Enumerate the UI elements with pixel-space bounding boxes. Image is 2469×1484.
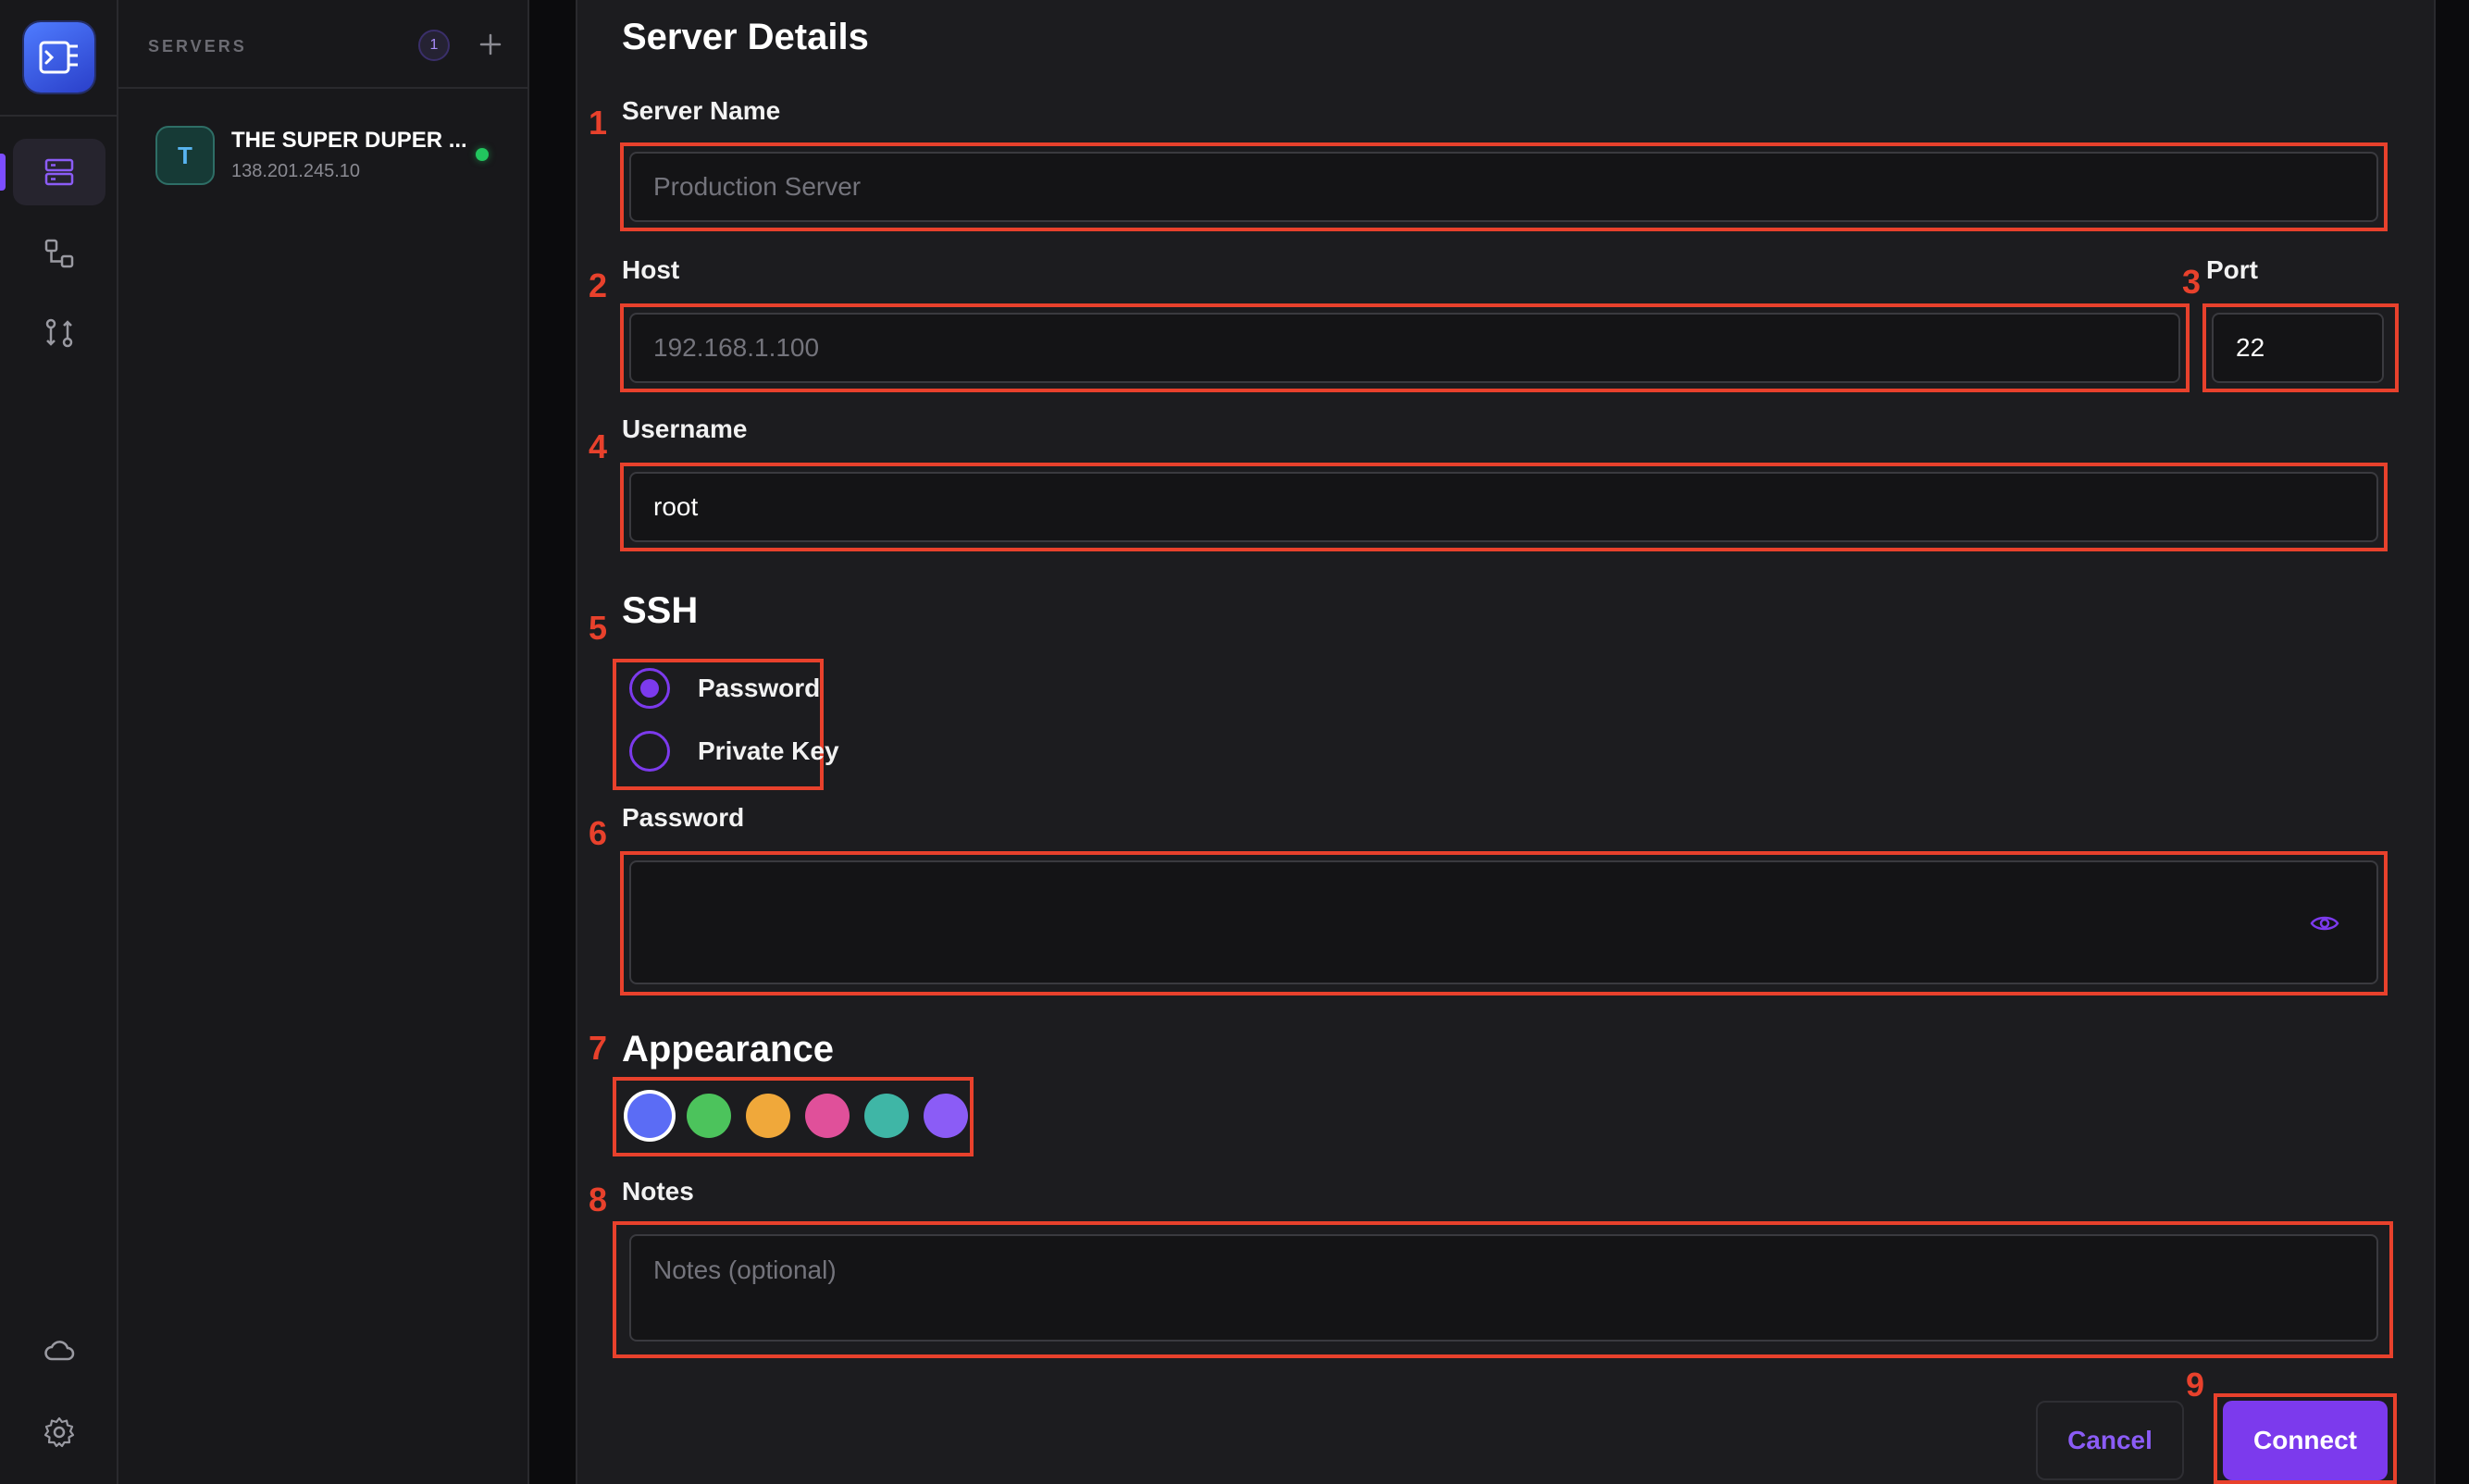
color-swatch-green[interactable]: [687, 1094, 731, 1138]
servers-panel: SERVERS 1 T THE SUPER DUPER ... 138.201.…: [118, 0, 529, 1484]
online-status-dot: [476, 148, 489, 161]
appearance-section-title: Appearance: [622, 1029, 834, 1070]
annotation-7: 7: [589, 1029, 608, 1067]
color-swatch-pink[interactable]: [805, 1094, 850, 1138]
annotation-2: 2: [589, 266, 608, 304]
servers-icon: [44, 158, 74, 186]
nav-settings[interactable]: [13, 1399, 105, 1465]
host-label: Host: [622, 255, 680, 284]
auth-password-label: Password: [698, 674, 821, 702]
active-indicator: [0, 154, 6, 191]
show-password-toggle[interactable]: [2308, 907, 2341, 940]
app-logo: [24, 22, 94, 93]
connect-button[interactable]: Connect: [2223, 1401, 2388, 1480]
annotation-8: 8: [589, 1181, 608, 1218]
plus-icon: [479, 33, 502, 56]
server-details-form: Server Details 1 Server Name 2 Host 3 Po…: [576, 0, 2436, 1484]
icon-rail: [0, 0, 118, 1484]
server-name-label: Server Name: [622, 96, 781, 125]
annotation-4: 4: [589, 427, 608, 465]
annotation-6: 6: [589, 814, 608, 852]
server-ip: 138.201.245.10: [231, 161, 361, 181]
host-input[interactable]: [629, 313, 2180, 383]
gutter: [529, 0, 576, 1484]
annotation-1: 1: [589, 104, 608, 142]
color-swatch-indigo[interactable]: [627, 1094, 672, 1138]
rail-divider: [0, 115, 118, 117]
server-list-item[interactable]: T THE SUPER DUPER ... 138.201.245.10: [141, 115, 507, 196]
cloud-icon: [44, 1341, 75, 1361]
auth-password-radio[interactable]: Password: [629, 666, 820, 711]
cancel-button[interactable]: Cancel: [2036, 1401, 2184, 1480]
auth-private-key-radio[interactable]: Private Key: [629, 729, 839, 773]
color-swatch-teal[interactable]: [864, 1094, 909, 1138]
form-title: Server Details: [622, 17, 869, 57]
radio-selected: [629, 668, 670, 709]
server-avatar: T: [155, 126, 215, 185]
nav-connections[interactable]: [13, 220, 105, 287]
auth-private-key-label: Private Key: [698, 736, 839, 765]
terminal-logo-icon: [39, 41, 78, 74]
port-label: Port: [2206, 255, 2258, 284]
connections-icon: [44, 239, 74, 268]
color-swatch-orange[interactable]: [746, 1094, 790, 1138]
radio-unselected: [629, 731, 670, 772]
annotation-3: 3: [2182, 263, 2202, 301]
port-input[interactable]: [2212, 313, 2384, 383]
servers-header: SERVERS 1: [118, 0, 527, 89]
nav-transfers[interactable]: [13, 300, 105, 366]
transfer-icon: [45, 318, 73, 348]
server-name-input[interactable]: [629, 152, 2378, 222]
color-swatch-purple[interactable]: [924, 1094, 968, 1138]
annotation-5: 5: [589, 609, 608, 647]
username-input[interactable]: [629, 472, 2378, 542]
add-server-button[interactable]: [470, 24, 511, 65]
username-label: Username: [622, 414, 748, 443]
servers-title: SERVERS: [148, 37, 247, 56]
password-input[interactable]: [629, 860, 2378, 984]
window-edge: [2436, 0, 2469, 1484]
eye-icon: [2310, 916, 2339, 931]
nav-cloud-sync[interactable]: [13, 1317, 105, 1384]
nav-servers[interactable]: [13, 139, 105, 205]
servers-count-badge: 1: [418, 30, 450, 61]
notes-label: Notes: [622, 1177, 694, 1206]
app-window: SERVERS 1 T THE SUPER DUPER ... 138.201.…: [0, 0, 2469, 1484]
password-label: Password: [622, 803, 745, 832]
server-name: THE SUPER DUPER ...: [231, 128, 467, 153]
ssh-section-title: SSH: [622, 590, 699, 631]
annotation-9: 9: [2186, 1366, 2205, 1404]
notes-textarea[interactable]: [629, 1234, 2378, 1342]
gear-icon: [43, 1416, 75, 1448]
